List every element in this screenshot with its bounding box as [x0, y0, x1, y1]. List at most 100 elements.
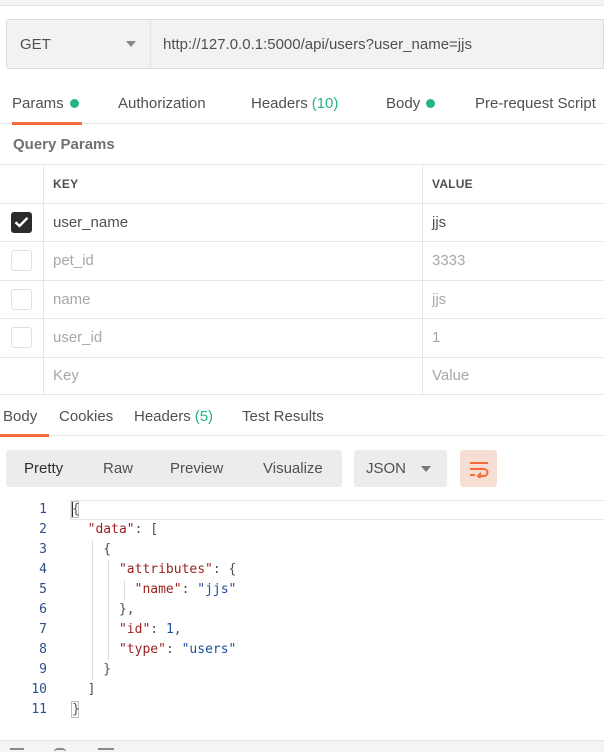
check-cell [0, 280, 44, 318]
tab-cookies-label: Cookies [59, 407, 114, 425]
method-label: GET [20, 35, 51, 53]
code-text: "data": [ [87, 522, 159, 537]
code-text: { [72, 502, 80, 517]
url-input[interactable]: http://127.0.0.1:5000/api/users?user_nam… [150, 19, 604, 69]
tab-test-results[interactable]: Test Results [242, 396, 324, 436]
tab-response-headers-label: Headers [134, 407, 191, 425]
param-key[interactable]: user_name [44, 203, 423, 241]
param-checkbox[interactable] [11, 327, 32, 349]
query-params-title: Query Params [13, 136, 115, 153]
table-header-row: KEY VALUE [0, 164, 604, 203]
chevron-down-icon [126, 41, 136, 47]
method-select[interactable]: GET [6, 19, 150, 69]
line-number: 8 [39, 642, 47, 657]
param-key[interactable]: user_id [44, 319, 423, 357]
tab-headers-label: Headers [251, 94, 308, 112]
checkmark-icon [14, 217, 29, 228]
new-key-input[interactable]: Key [44, 357, 423, 394]
param-key[interactable]: name [44, 280, 423, 318]
code-line: 1 { [0, 500, 604, 520]
code-text: }, [72, 602, 135, 617]
line-number: 5 [39, 582, 47, 597]
tab-pre-request-script-label: Pre-request Script [475, 94, 596, 112]
sidebar-toggle-icon[interactable] [10, 748, 24, 752]
code-line: 5 "name": "jjs" [0, 580, 604, 600]
tab-authorization[interactable]: Authorization [118, 82, 206, 124]
table-row: pet_id 3333 [0, 241, 604, 280]
line-number: 4 [39, 562, 47, 577]
line-number: 11 [31, 702, 47, 717]
tab-headers-count: (10) [311, 94, 339, 112]
top-strip [0, 0, 604, 6]
search-icon[interactable] [54, 748, 66, 752]
param-key[interactable]: pet_id [44, 242, 423, 280]
column-header-value: VALUE [432, 176, 473, 191]
param-checkbox[interactable] [11, 250, 32, 272]
response-tabs: Body Cookies Headers (5) Test Results [0, 396, 604, 437]
status-bar [0, 740, 604, 752]
request-bar: GET http://127.0.0.1:5000/api/users?user… [6, 19, 604, 69]
line-number: 7 [39, 622, 47, 637]
wrap-lines-button[interactable] [460, 450, 497, 487]
tab-cookies[interactable]: Cookies [59, 396, 113, 436]
param-value[interactable]: 1 [423, 319, 604, 357]
chevron-down-icon [421, 466, 431, 472]
tab-body[interactable]: Body [386, 82, 436, 124]
table-row: name jjs [0, 279, 604, 319]
code-line: 3 { [0, 540, 604, 560]
param-checkbox[interactable] [11, 288, 32, 310]
format-select-label: JSON [366, 460, 407, 477]
status-dot-icon [69, 98, 79, 108]
check-cell [0, 242, 44, 280]
tab-response-headers[interactable]: Headers (5) [134, 396, 213, 436]
code-line: 10 ] [0, 680, 604, 700]
param-value[interactable]: jjs [423, 281, 604, 319]
check-cell [0, 357, 44, 394]
preview-button[interactable]: Preview [170, 450, 223, 487]
tab-pre-request-script[interactable]: Pre-request Script [475, 82, 596, 124]
code-line: 11 } [0, 700, 604, 720]
request-tabs: Params Authorization Headers (10) Body P… [0, 82, 604, 125]
param-checkbox[interactable] [11, 211, 32, 233]
check-cell [0, 319, 44, 357]
tab-response-body[interactable]: Body [0, 396, 49, 437]
code-line: 4 "attributes": { [0, 560, 604, 580]
line-number: 1 [39, 502, 47, 517]
tab-params[interactable]: Params [12, 82, 82, 125]
table-row: user_name jjs [0, 202, 604, 242]
param-value[interactable]: 3333 [423, 242, 604, 280]
console-icon[interactable] [98, 748, 114, 752]
code-line: 8 "type": "users" [0, 640, 604, 660]
code-line: 6 }, [0, 600, 604, 620]
params-table: KEY VALUE user_name jjs pet_id 3333 name… [0, 164, 604, 395]
line-number: 3 [39, 542, 47, 557]
line-number: 6 [39, 602, 47, 617]
line-number: 10 [31, 682, 47, 697]
code-text: "name": "jjs" [134, 582, 237, 597]
code-text: "type": "users" [118, 642, 237, 657]
code-text: } [72, 702, 80, 717]
line-number: 9 [39, 662, 47, 677]
tab-body-label: Body [386, 94, 421, 112]
new-param-row: Key Value [0, 356, 604, 395]
check-cell [0, 203, 44, 241]
new-value-input[interactable]: Value [423, 358, 604, 395]
pretty-button[interactable]: Pretty [24, 450, 63, 487]
param-value[interactable]: jjs [423, 204, 604, 242]
raw-button[interactable]: Raw [103, 450, 133, 487]
tab-response-headers-count: (5) [194, 407, 214, 425]
response-body-editor[interactable]: 1 { 2 "data": [ 3 { 4 "attributes": { 5 … [0, 500, 604, 722]
tab-headers[interactable]: Headers (10) [251, 82, 338, 124]
tab-test-results-label: Test Results [242, 407, 324, 425]
visualize-button[interactable]: Visualize [263, 450, 323, 487]
tab-authorization-label: Authorization [118, 94, 206, 112]
code-text: } [72, 662, 112, 677]
code-line: 7 "id": 1, [0, 620, 604, 640]
code-text: ] [72, 682, 96, 697]
tab-response-body-label: Body [3, 407, 38, 425]
tab-params-label: Params [12, 94, 64, 112]
format-select[interactable]: JSON [354, 450, 447, 487]
table-row: user_id 1 [0, 318, 604, 357]
wrap-lines-icon [469, 461, 488, 478]
column-header-key: KEY [44, 165, 423, 203]
